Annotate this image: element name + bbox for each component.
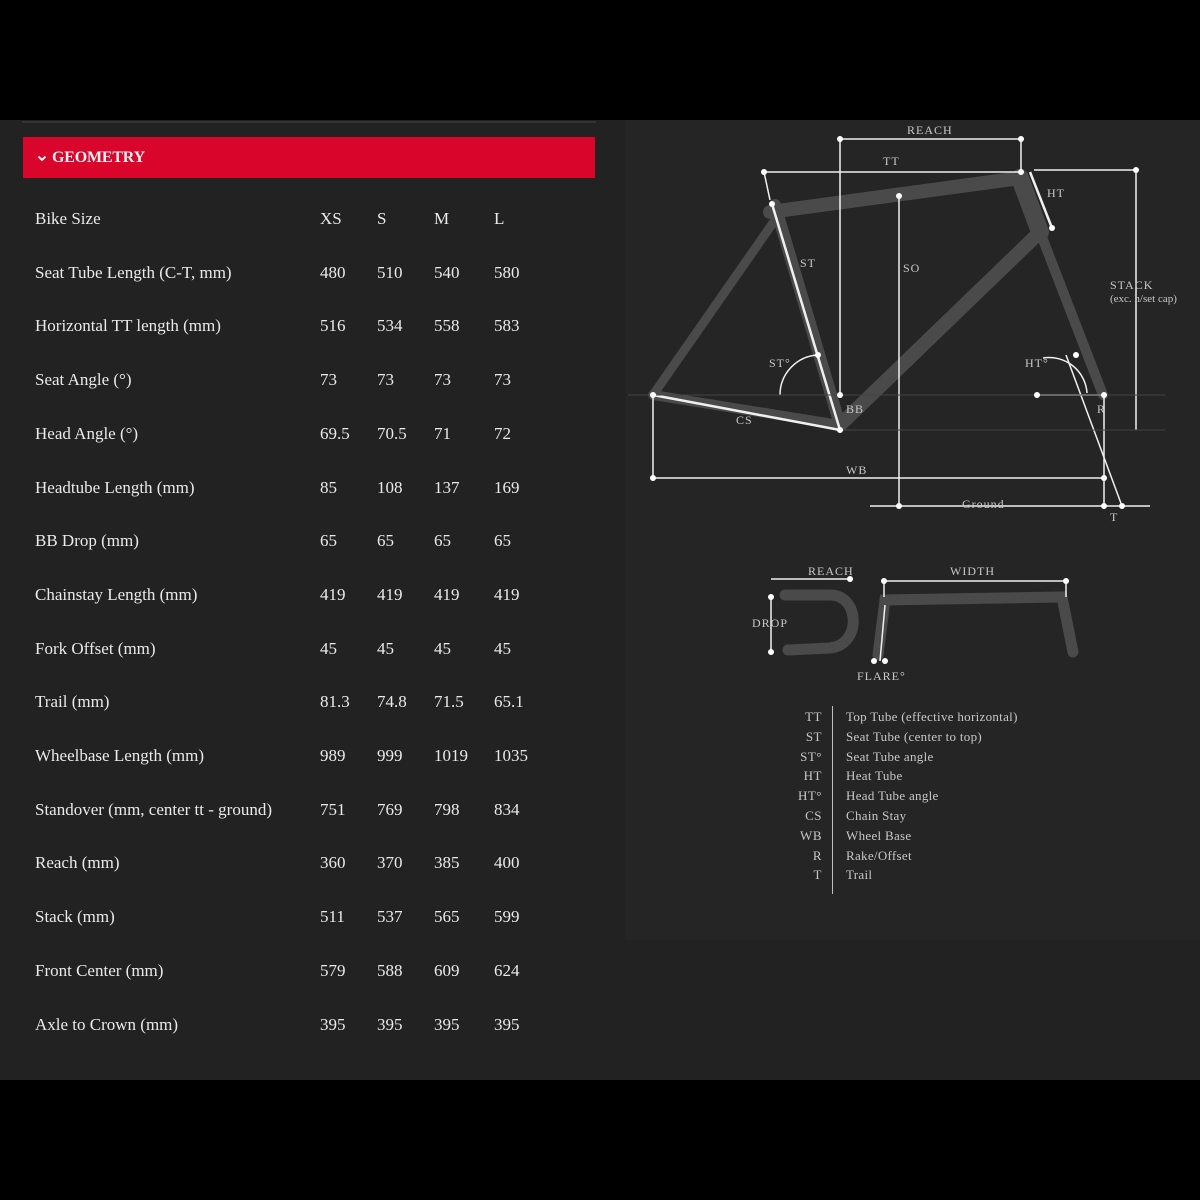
legend-desc: Seat Tube (center to top): [846, 728, 983, 744]
down-tube-shape: [833, 225, 1047, 432]
legend-abbr: ST°: [800, 748, 822, 764]
tt-label: TT: [883, 154, 900, 168]
head-tube-shape: [1011, 169, 1049, 241]
handlebar-front-shape: [872, 591, 1079, 661]
legend-abbr: ST: [805, 728, 822, 744]
frame-geometry-diagram: REACH TT HT ST SO STACK (exc. h/set cap)…: [628, 123, 1177, 683]
legend-abbr: HT: [803, 768, 822, 784]
stack-label: STACK: [1110, 278, 1153, 292]
t-label: T: [1110, 510, 1118, 524]
legend-abbr: WB: [800, 827, 822, 843]
ht-label: HT: [1047, 186, 1065, 200]
stack-note: (exc. h/set cap): [1110, 293, 1177, 305]
ht-angle-label: HT°: [1025, 356, 1049, 370]
legend-desc: Wheel Base: [846, 827, 912, 843]
bar-reach-label: REACH: [808, 564, 854, 578]
legend-abbr: TT: [805, 709, 822, 724]
wb-label: WB: [846, 463, 867, 477]
st-line: [770, 203, 842, 431]
bb-label: BB: [846, 402, 864, 416]
reach-label: REACH: [907, 123, 953, 137]
handlebar-side-shape: [779, 589, 859, 656]
legend-abbr: CS: [805, 808, 822, 823]
legend-desc: Top Tube (effective horizontal): [846, 709, 1018, 724]
st-angle-label: ST°: [769, 356, 791, 370]
legend-abbr: T: [813, 867, 822, 883]
tt-start-line: [763, 171, 771, 201]
top-tube-shape: [763, 171, 1027, 219]
legend-desc: Rake/Offset: [846, 847, 912, 863]
cs-label: CS: [736, 413, 753, 427]
legend-abbr: HT°: [797, 788, 822, 804]
legend-desc: Head Tube angle: [846, 788, 939, 804]
ground-label: Ground: [962, 497, 1005, 511]
st-label: ST: [800, 256, 816, 270]
so-label: SO: [903, 261, 920, 275]
bar-flare-label: FLARE°: [857, 669, 906, 683]
legend-abbr: R: [812, 847, 822, 863]
seat-tube-shape: [769, 199, 846, 431]
legend-desc: Heat Tube: [846, 768, 903, 784]
legend-desc: Chain Stay: [846, 808, 907, 823]
legend-desc: Trail: [846, 867, 873, 883]
legend-divider: [832, 706, 833, 894]
bar-width-label: WIDTH: [950, 564, 995, 578]
legend-desc: Seat Tube angle: [846, 748, 934, 764]
ht-angle-arc: [1042, 356, 1088, 394]
seatstay-shape: [648, 215, 780, 400]
r-label: R: [1097, 402, 1106, 416]
bar-drop-label: DROP: [752, 616, 788, 630]
